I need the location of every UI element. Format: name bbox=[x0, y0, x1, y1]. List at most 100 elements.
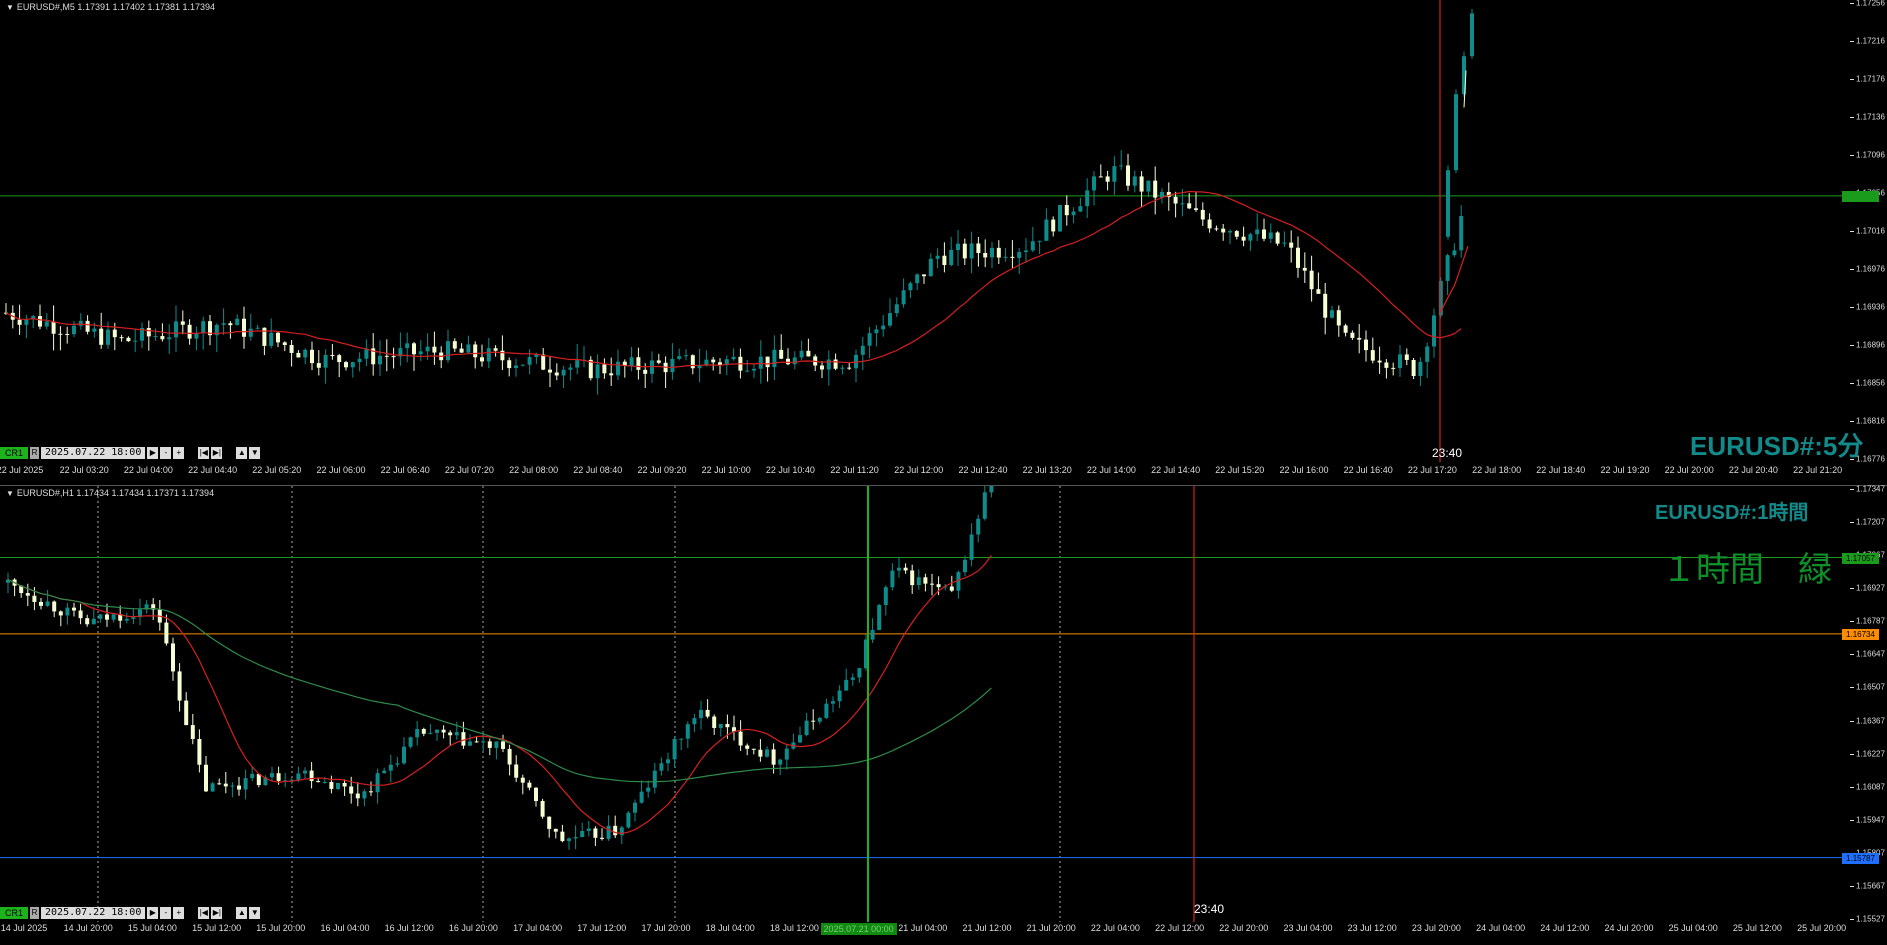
candle-body bbox=[527, 357, 532, 365]
candle-body bbox=[870, 629, 875, 640]
candle-body bbox=[72, 325, 76, 335]
candle-body bbox=[600, 837, 604, 839]
candle-body bbox=[646, 787, 651, 792]
arrow-up-icon[interactable]: ▲ bbox=[236, 906, 248, 919]
last-bar-icon[interactable]: ▶| bbox=[211, 446, 223, 459]
m5-watermark: EURUSD#:5分 bbox=[1690, 431, 1864, 461]
candle-body bbox=[92, 328, 97, 332]
candle-body bbox=[184, 700, 189, 726]
candle-body bbox=[350, 362, 355, 368]
arrow-down-icon[interactable]: ▼ bbox=[249, 906, 261, 919]
candle-body bbox=[684, 355, 688, 357]
price-tick-mark bbox=[1850, 345, 1854, 346]
candle-body bbox=[928, 258, 933, 277]
candle-body bbox=[228, 323, 233, 326]
m5-price-axis[interactable]: 1.17256 1.17216 1.17176 1.17136 1.17096 1.170… bbox=[1850, 0, 1887, 464]
play-icon[interactable]: ▶ bbox=[147, 906, 159, 919]
candle-body bbox=[1255, 229, 1260, 235]
arrow-down-icon[interactable]: ▼ bbox=[249, 446, 261, 459]
price-tick-label: 1.16927 bbox=[1856, 583, 1885, 593]
candle-body bbox=[712, 716, 717, 728]
candle-body bbox=[435, 729, 439, 733]
candle-body bbox=[362, 791, 367, 799]
price-tick-label: 1.15527 bbox=[1856, 914, 1885, 924]
time-tick-label: 2025.07.21 00:00 bbox=[820, 923, 897, 935]
price-tick-mark bbox=[1850, 819, 1854, 821]
price-tick-mark bbox=[1850, 269, 1854, 270]
candle-body bbox=[221, 323, 226, 325]
price-tick-label: 1.17096 bbox=[1856, 150, 1885, 160]
candle-body bbox=[459, 348, 464, 353]
last-bar-icon[interactable]: ▶| bbox=[211, 906, 223, 919]
cr-button[interactable]: CR1 bbox=[0, 446, 29, 459]
candle-body bbox=[595, 364, 600, 379]
play-icon[interactable]: ▶ bbox=[147, 446, 159, 459]
candle-body bbox=[1085, 190, 1090, 207]
candle-body bbox=[204, 764, 208, 792]
candle-body bbox=[1445, 255, 1450, 281]
first-bar-icon[interactable]: |◀ bbox=[198, 446, 210, 459]
candle-body bbox=[448, 732, 453, 736]
first-bar-icon[interactable]: |◀ bbox=[198, 906, 210, 919]
price-tick-mark bbox=[1850, 489, 1854, 490]
time-tick-label: 22 Jul 04:40 bbox=[188, 465, 238, 475]
candle-body bbox=[1132, 176, 1137, 186]
arrow-up-icon[interactable]: ▲ bbox=[236, 446, 248, 459]
m5-chart-pane[interactable]: ▼ EURUSD#,M5 1.17391 1.17402 1.17381 1.17… bbox=[0, 0, 1887, 484]
candle-body bbox=[242, 318, 246, 337]
candle-body bbox=[847, 367, 852, 369]
minus-icon[interactable]: - bbox=[160, 446, 172, 459]
candle-body bbox=[527, 782, 532, 788]
candle-body bbox=[52, 601, 57, 612]
plus-icon[interactable]: + bbox=[173, 446, 185, 459]
time-tick-label: 24 Jul 12:00 bbox=[1540, 923, 1590, 933]
candle-body bbox=[480, 357, 484, 362]
h1-slow-ma-line bbox=[7, 578, 992, 783]
collapse-triangle-icon[interactable]: ▼ bbox=[6, 489, 14, 498]
candle-body bbox=[270, 773, 274, 778]
collapse-triangle-icon[interactable]: ▼ bbox=[6, 3, 14, 12]
h1-price-plot[interactable] bbox=[0, 486, 1845, 945]
candle-body bbox=[915, 274, 920, 284]
candle-body bbox=[996, 247, 1001, 258]
candle-body bbox=[811, 720, 816, 722]
candle-body bbox=[126, 337, 131, 342]
candle-body bbox=[792, 357, 797, 365]
candle-body bbox=[461, 732, 466, 746]
h1-control-bar: CR1 R 2025.07.22 18:00 ▶ - + |◀ ▶| ▲ ▼ bbox=[0, 906, 261, 919]
candle-body bbox=[659, 763, 664, 771]
time-tick-label: 22 Jul 16:00 bbox=[1279, 465, 1329, 475]
candle-body bbox=[541, 354, 546, 370]
time-tick-label: 24 Jul 20:00 bbox=[1604, 923, 1654, 933]
candle-body bbox=[514, 764, 519, 778]
time-tick-label: 17 Jul 12:00 bbox=[577, 923, 627, 933]
r-button[interactable]: R bbox=[30, 906, 40, 919]
datetime-field[interactable]: 2025.07.22 18:00 bbox=[41, 446, 146, 459]
candle-body bbox=[690, 355, 695, 369]
candle-body bbox=[405, 343, 410, 349]
candle-body bbox=[633, 802, 637, 813]
candle-body bbox=[323, 355, 328, 368]
candle-body bbox=[507, 360, 512, 369]
candle-body bbox=[561, 369, 566, 376]
m5-price-plot[interactable] bbox=[0, 0, 1845, 484]
candle-body bbox=[441, 729, 446, 733]
candle-body bbox=[256, 773, 261, 786]
candle-body bbox=[1459, 216, 1464, 251]
datetime-field[interactable]: 2025.07.22 18:00 bbox=[41, 906, 146, 919]
candle-body bbox=[369, 791, 373, 793]
candle-body bbox=[85, 618, 90, 625]
minus-icon[interactable]: - bbox=[160, 906, 172, 919]
candle-body bbox=[1268, 232, 1273, 239]
h1-chart-pane[interactable]: ▼ EURUSD#,H1 1.17434 1.17434 1.17371 1.17… bbox=[0, 485, 1887, 945]
r-button[interactable]: R bbox=[30, 446, 40, 459]
plus-icon[interactable]: + bbox=[173, 906, 185, 919]
candle-body bbox=[752, 368, 756, 371]
candle-body bbox=[1452, 250, 1457, 256]
candle-body bbox=[881, 325, 886, 330]
candle-body bbox=[1391, 367, 1396, 369]
time-tick-label: 21 Jul 04:00 bbox=[898, 923, 948, 933]
cr-button[interactable]: CR1 bbox=[0, 906, 29, 919]
candle-body bbox=[194, 333, 199, 339]
h1-cursor-time: 23:40 bbox=[1194, 902, 1225, 916]
